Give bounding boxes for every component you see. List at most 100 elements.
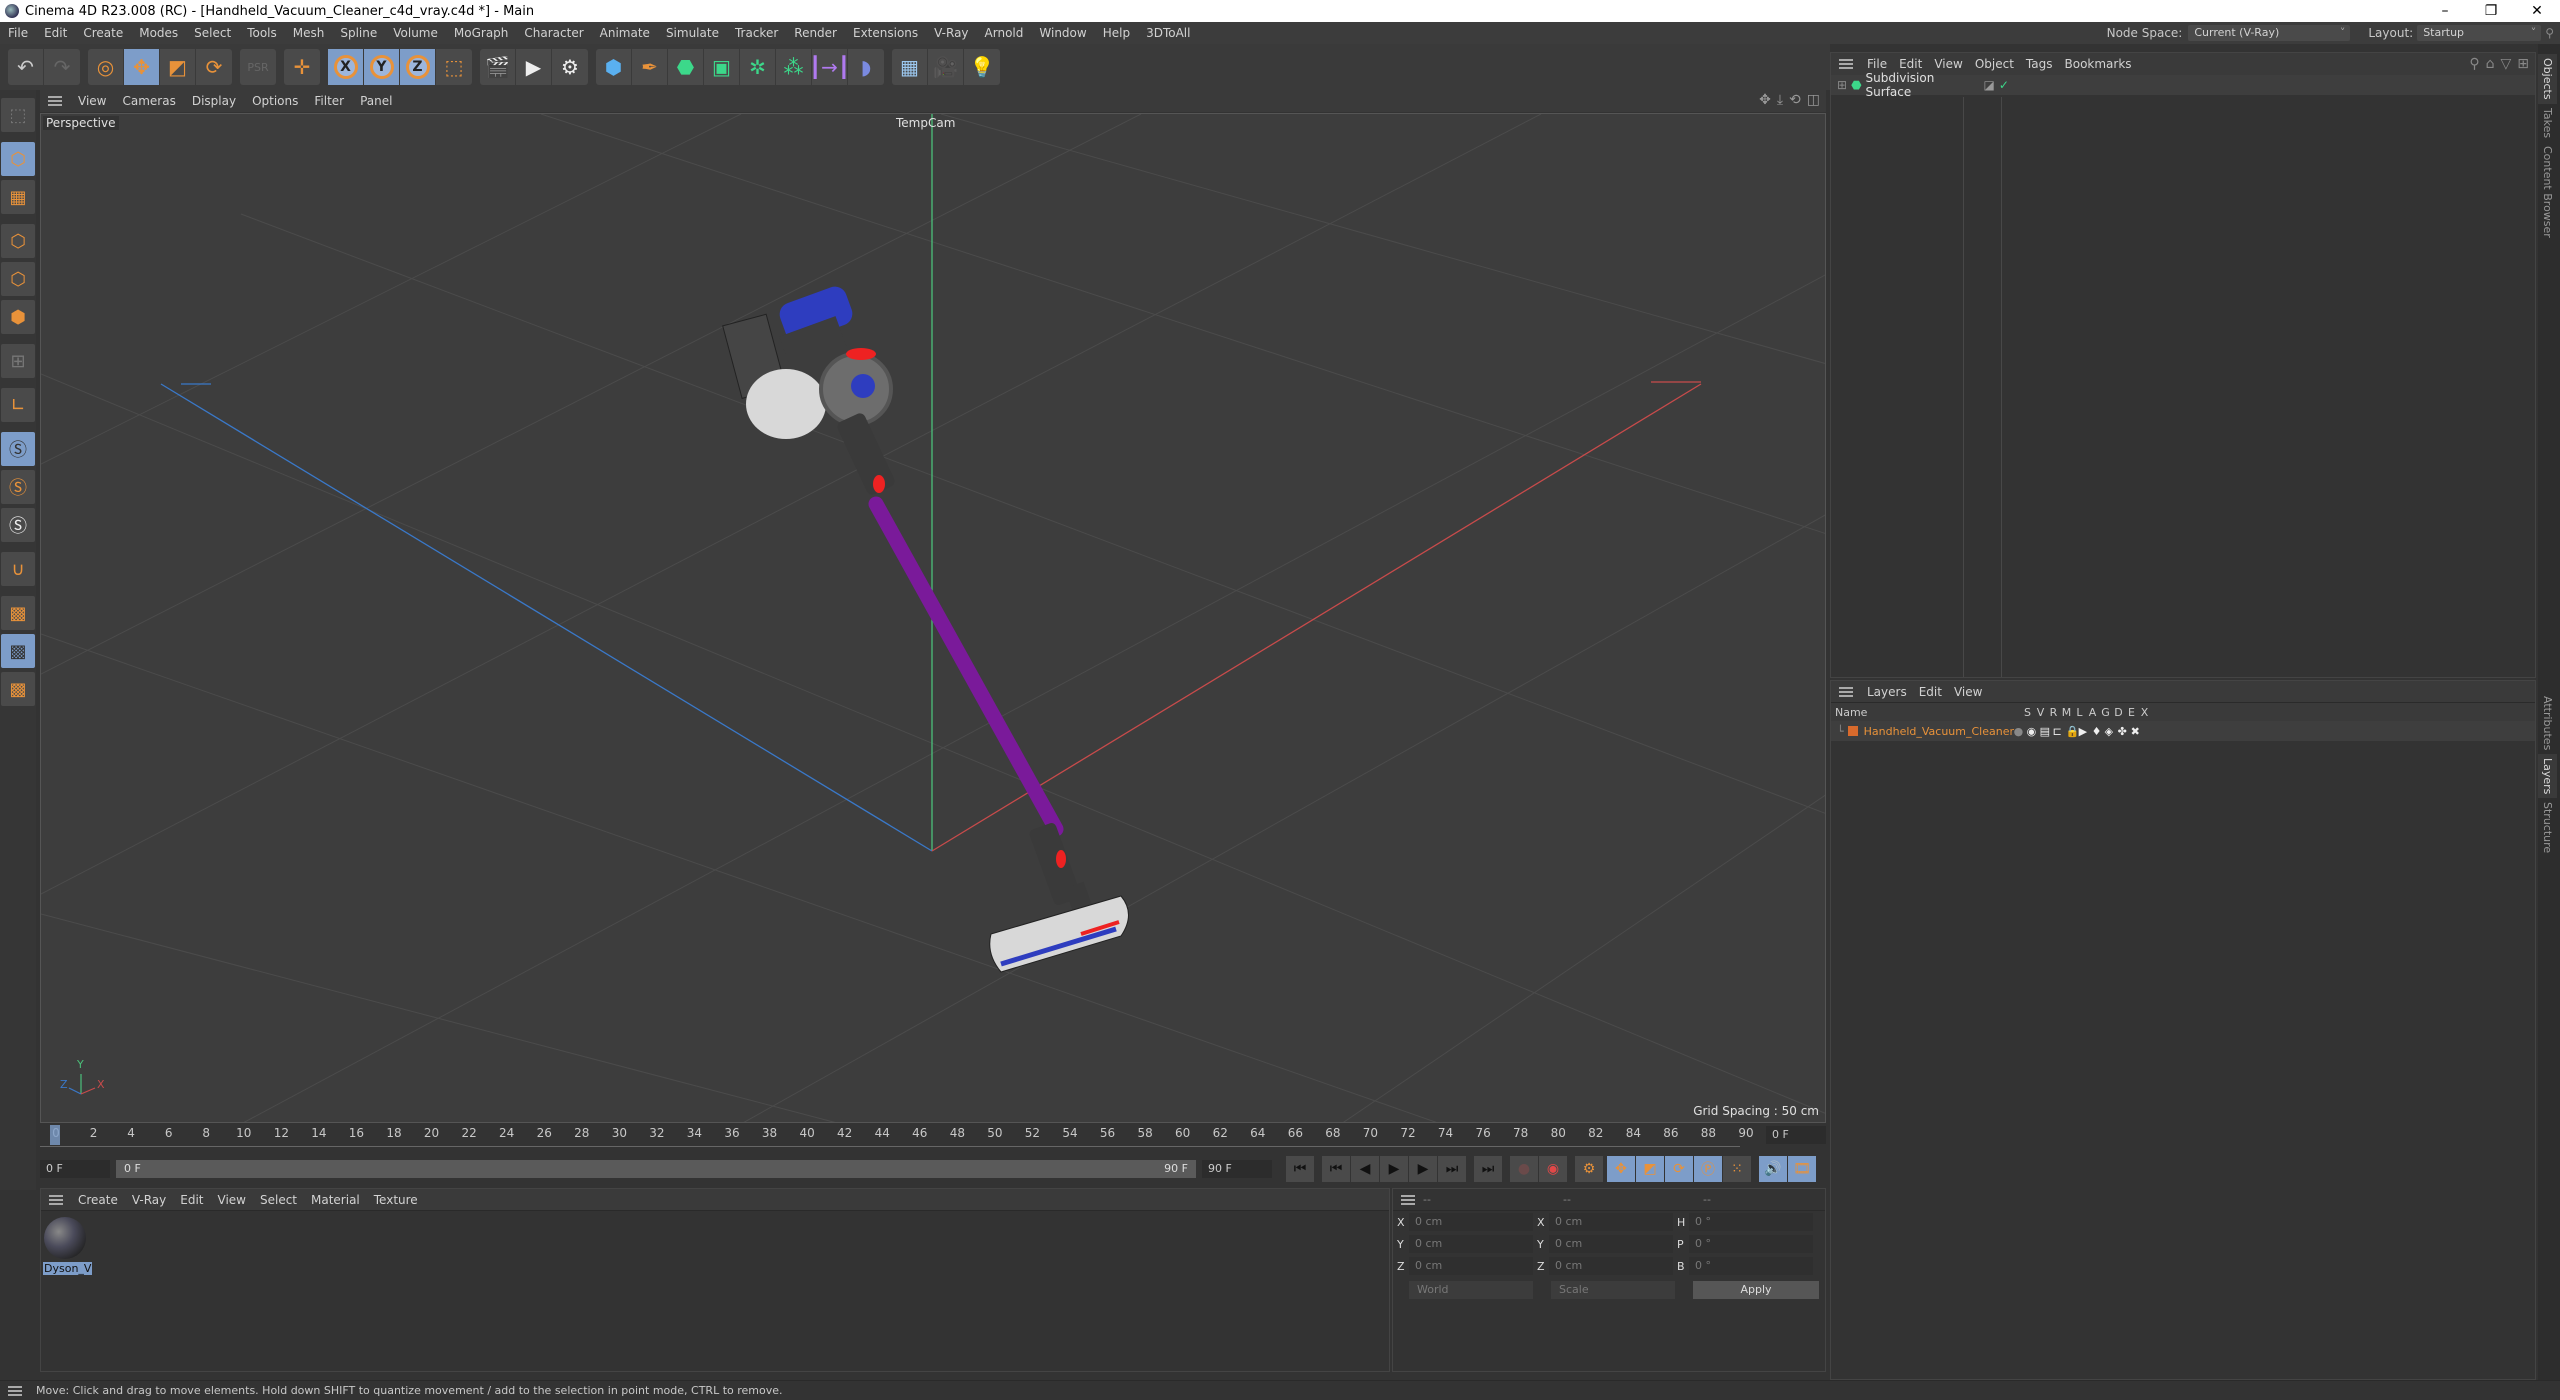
material-menu-texture[interactable]: Texture bbox=[367, 1193, 425, 1207]
layer-generators-icon[interactable]: ♦ bbox=[2092, 725, 2105, 738]
viewport-menu-cameras[interactable]: Cameras bbox=[114, 94, 183, 108]
quantize-icon[interactable]: Ⓢ bbox=[1, 508, 35, 542]
layer-manager-icon[interactable]: ⊏ bbox=[2053, 725, 2066, 738]
light-icon[interactable]: 💡 bbox=[964, 49, 1000, 85]
workplane-icon[interactable]: ▩ bbox=[1, 596, 35, 630]
edge-mode-icon[interactable]: ⬡ bbox=[1, 262, 35, 296]
mograph-cloner-icon[interactable]: ✲ bbox=[740, 49, 776, 85]
timeline-window-icon[interactable]: 🎞 bbox=[1788, 1156, 1816, 1182]
point-mode-icon[interactable]: ⬡ bbox=[1, 224, 35, 258]
viewport-menu-panel[interactable]: Panel bbox=[352, 94, 400, 108]
magnet-icon[interactable]: ∪ bbox=[1, 552, 35, 586]
make-editable-icon[interactable]: ⬚ bbox=[1, 98, 35, 132]
key-pla-icon[interactable]: ⁙ bbox=[1723, 1156, 1751, 1182]
minimize-button[interactable]: – bbox=[2422, 0, 2468, 22]
planar-workplane-icon[interactable]: ▩ bbox=[1, 672, 35, 706]
menu-arnold[interactable]: Arnold bbox=[977, 22, 1032, 44]
menu-spline[interactable]: Spline bbox=[332, 22, 385, 44]
viewport-menu-display[interactable]: Display bbox=[184, 94, 244, 108]
go-to-end-icon[interactable]: ⏭ bbox=[1474, 1156, 1502, 1182]
x-axis-icon[interactable]: X bbox=[328, 49, 364, 85]
material-menu-view[interactable]: View bbox=[211, 1193, 253, 1207]
layers-menu-edit[interactable]: Edit bbox=[1913, 685, 1948, 699]
next-frame-icon[interactable]: ▶ bbox=[1409, 1156, 1437, 1182]
position-z-field[interactable]: 0 cm bbox=[1409, 1257, 1533, 1275]
timeline-ruler[interactable]: 0246810121416182022242628303234363840424… bbox=[40, 1124, 1826, 1146]
zoom-view-icon[interactable]: ⤓ bbox=[1777, 92, 1783, 108]
tab-attributes[interactable]: Attributes bbox=[2538, 692, 2557, 754]
render-picture-viewer-icon[interactable]: ▶ bbox=[516, 49, 552, 85]
layer-view-icon[interactable]: ◉ bbox=[2027, 725, 2040, 738]
uv-mode-icon[interactable]: ⊞ bbox=[1, 344, 35, 378]
close-button[interactable]: ✕ bbox=[2514, 0, 2560, 22]
menu-tools[interactable]: Tools bbox=[239, 22, 285, 44]
key-parameter-icon[interactable]: Ⓟ bbox=[1694, 1156, 1722, 1182]
next-key-icon[interactable]: ⏭ bbox=[1438, 1156, 1466, 1182]
layer-animation-icon[interactable]: ▶ bbox=[2079, 725, 2092, 738]
cube-icon[interactable]: ⬢ bbox=[596, 49, 632, 85]
viewport-menu-filter[interactable]: Filter bbox=[306, 94, 352, 108]
objects-menu-object[interactable]: Object bbox=[1969, 57, 2020, 71]
polygon-mode-icon[interactable]: ⬢ bbox=[1, 300, 35, 334]
objects-menu-view[interactable]: View bbox=[1928, 57, 1968, 71]
menu-mesh[interactable]: Mesh bbox=[285, 22, 333, 44]
key-scale-icon[interactable]: ◩ bbox=[1636, 1156, 1664, 1182]
menu-character[interactable]: Character bbox=[516, 22, 591, 44]
rotation-p-field[interactable]: 0 ° bbox=[1689, 1235, 1813, 1253]
coordinate-mode-dropdown[interactable]: Scale bbox=[1551, 1281, 1675, 1299]
locked-workplane-icon[interactable]: ▩ bbox=[1, 634, 35, 668]
size-z-field[interactable]: 0 cm bbox=[1549, 1257, 1673, 1275]
size-x-field[interactable]: 0 cm bbox=[1549, 1213, 1673, 1231]
material-menu-vray[interactable]: V-Ray bbox=[125, 1193, 173, 1207]
perspective-viewport[interactable]: Perspective TempCam Y Z X Grid Spacing :… bbox=[40, 113, 1826, 1123]
layer-xref-icon[interactable]: ✖ bbox=[2131, 725, 2144, 738]
tab-takes[interactable]: Takes bbox=[2538, 104, 2557, 142]
search-icon[interactable]: ⚲ bbox=[2469, 56, 2479, 72]
previous-key-icon[interactable]: ⏮ bbox=[1322, 1156, 1350, 1182]
rotate-view-icon[interactable]: ⟲ bbox=[1789, 92, 1801, 108]
current-frame-field[interactable]: 0 F bbox=[1766, 1126, 1826, 1144]
status-menu-icon[interactable] bbox=[8, 1385, 22, 1396]
coordinate-space-dropdown[interactable]: World bbox=[1409, 1281, 1533, 1299]
menu-mograph[interactable]: MoGraph bbox=[446, 22, 517, 44]
field-icon[interactable]: ◗ bbox=[848, 49, 884, 85]
layers-menu-view[interactable]: View bbox=[1948, 685, 1988, 699]
layer-lock-icon[interactable]: 🔒 bbox=[2066, 725, 2080, 738]
autokey-icon[interactable]: ◉ bbox=[1539, 1156, 1567, 1182]
snap-settings-icon[interactable]: Ⓢ bbox=[1, 470, 35, 504]
menu-animate[interactable]: Animate bbox=[592, 22, 658, 44]
redo-icon[interactable]: ↷ bbox=[44, 49, 80, 85]
record-active-icon[interactable]: ● bbox=[1510, 1156, 1538, 1182]
snap-icon[interactable]: Ⓢ bbox=[1, 432, 35, 466]
select-icon[interactable]: ◎ bbox=[88, 49, 124, 85]
layer-deformers-icon[interactable]: ◈ bbox=[2105, 725, 2118, 738]
home-icon[interactable]: ⌂ bbox=[2486, 56, 2495, 72]
menu-edit[interactable]: Edit bbox=[36, 22, 75, 44]
menu-3dtoall[interactable]: 3DToAll bbox=[1138, 22, 1198, 44]
coord-menu-icon[interactable] bbox=[1401, 1194, 1415, 1205]
undo-icon[interactable]: ↶ bbox=[8, 49, 44, 85]
pan-view-icon[interactable]: ✥ bbox=[1759, 92, 1771, 108]
rotation-b-field[interactable]: 0 ° bbox=[1689, 1257, 1813, 1275]
restore-button[interactable]: ❐ bbox=[2468, 0, 2514, 22]
tab-layers[interactable]: Layers bbox=[2538, 753, 2557, 799]
keyframe-selection-icon[interactable]: ⚙ bbox=[1575, 1156, 1603, 1182]
go-to-start-icon[interactable]: ⏮ bbox=[1286, 1156, 1314, 1182]
psr-icon[interactable]: PSR bbox=[240, 49, 276, 85]
camera-icon[interactable]: 🎥 bbox=[928, 49, 964, 85]
objects-menu-bookmarks[interactable]: Bookmarks bbox=[2059, 57, 2138, 71]
material-menu-create[interactable]: Create bbox=[71, 1193, 125, 1207]
layer-color-swatch[interactable] bbox=[1847, 726, 1858, 736]
tab-objects[interactable]: Objects bbox=[2538, 54, 2557, 104]
live-move-icon[interactable]: ✛ bbox=[284, 49, 320, 85]
layer-render-icon[interactable]: ▤ bbox=[2040, 725, 2053, 738]
menu-extensions[interactable]: Extensions bbox=[845, 22, 926, 44]
menu-tracker[interactable]: Tracker bbox=[727, 22, 786, 44]
visibility-toggle-icon[interactable]: ◪ bbox=[1984, 78, 1995, 92]
previous-frame-icon[interactable]: ◀ bbox=[1351, 1156, 1379, 1182]
menu-help[interactable]: Help bbox=[1095, 22, 1138, 44]
y-axis-icon[interactable]: Y bbox=[364, 49, 400, 85]
playhead[interactable] bbox=[50, 1125, 60, 1145]
position-y-field[interactable]: 0 cm bbox=[1409, 1235, 1533, 1253]
layer-row[interactable]: └ Handheld_Vacuum_Cleaner ● ◉ ▤ ⊏ 🔒 ▶ ♦ … bbox=[1831, 721, 2535, 741]
